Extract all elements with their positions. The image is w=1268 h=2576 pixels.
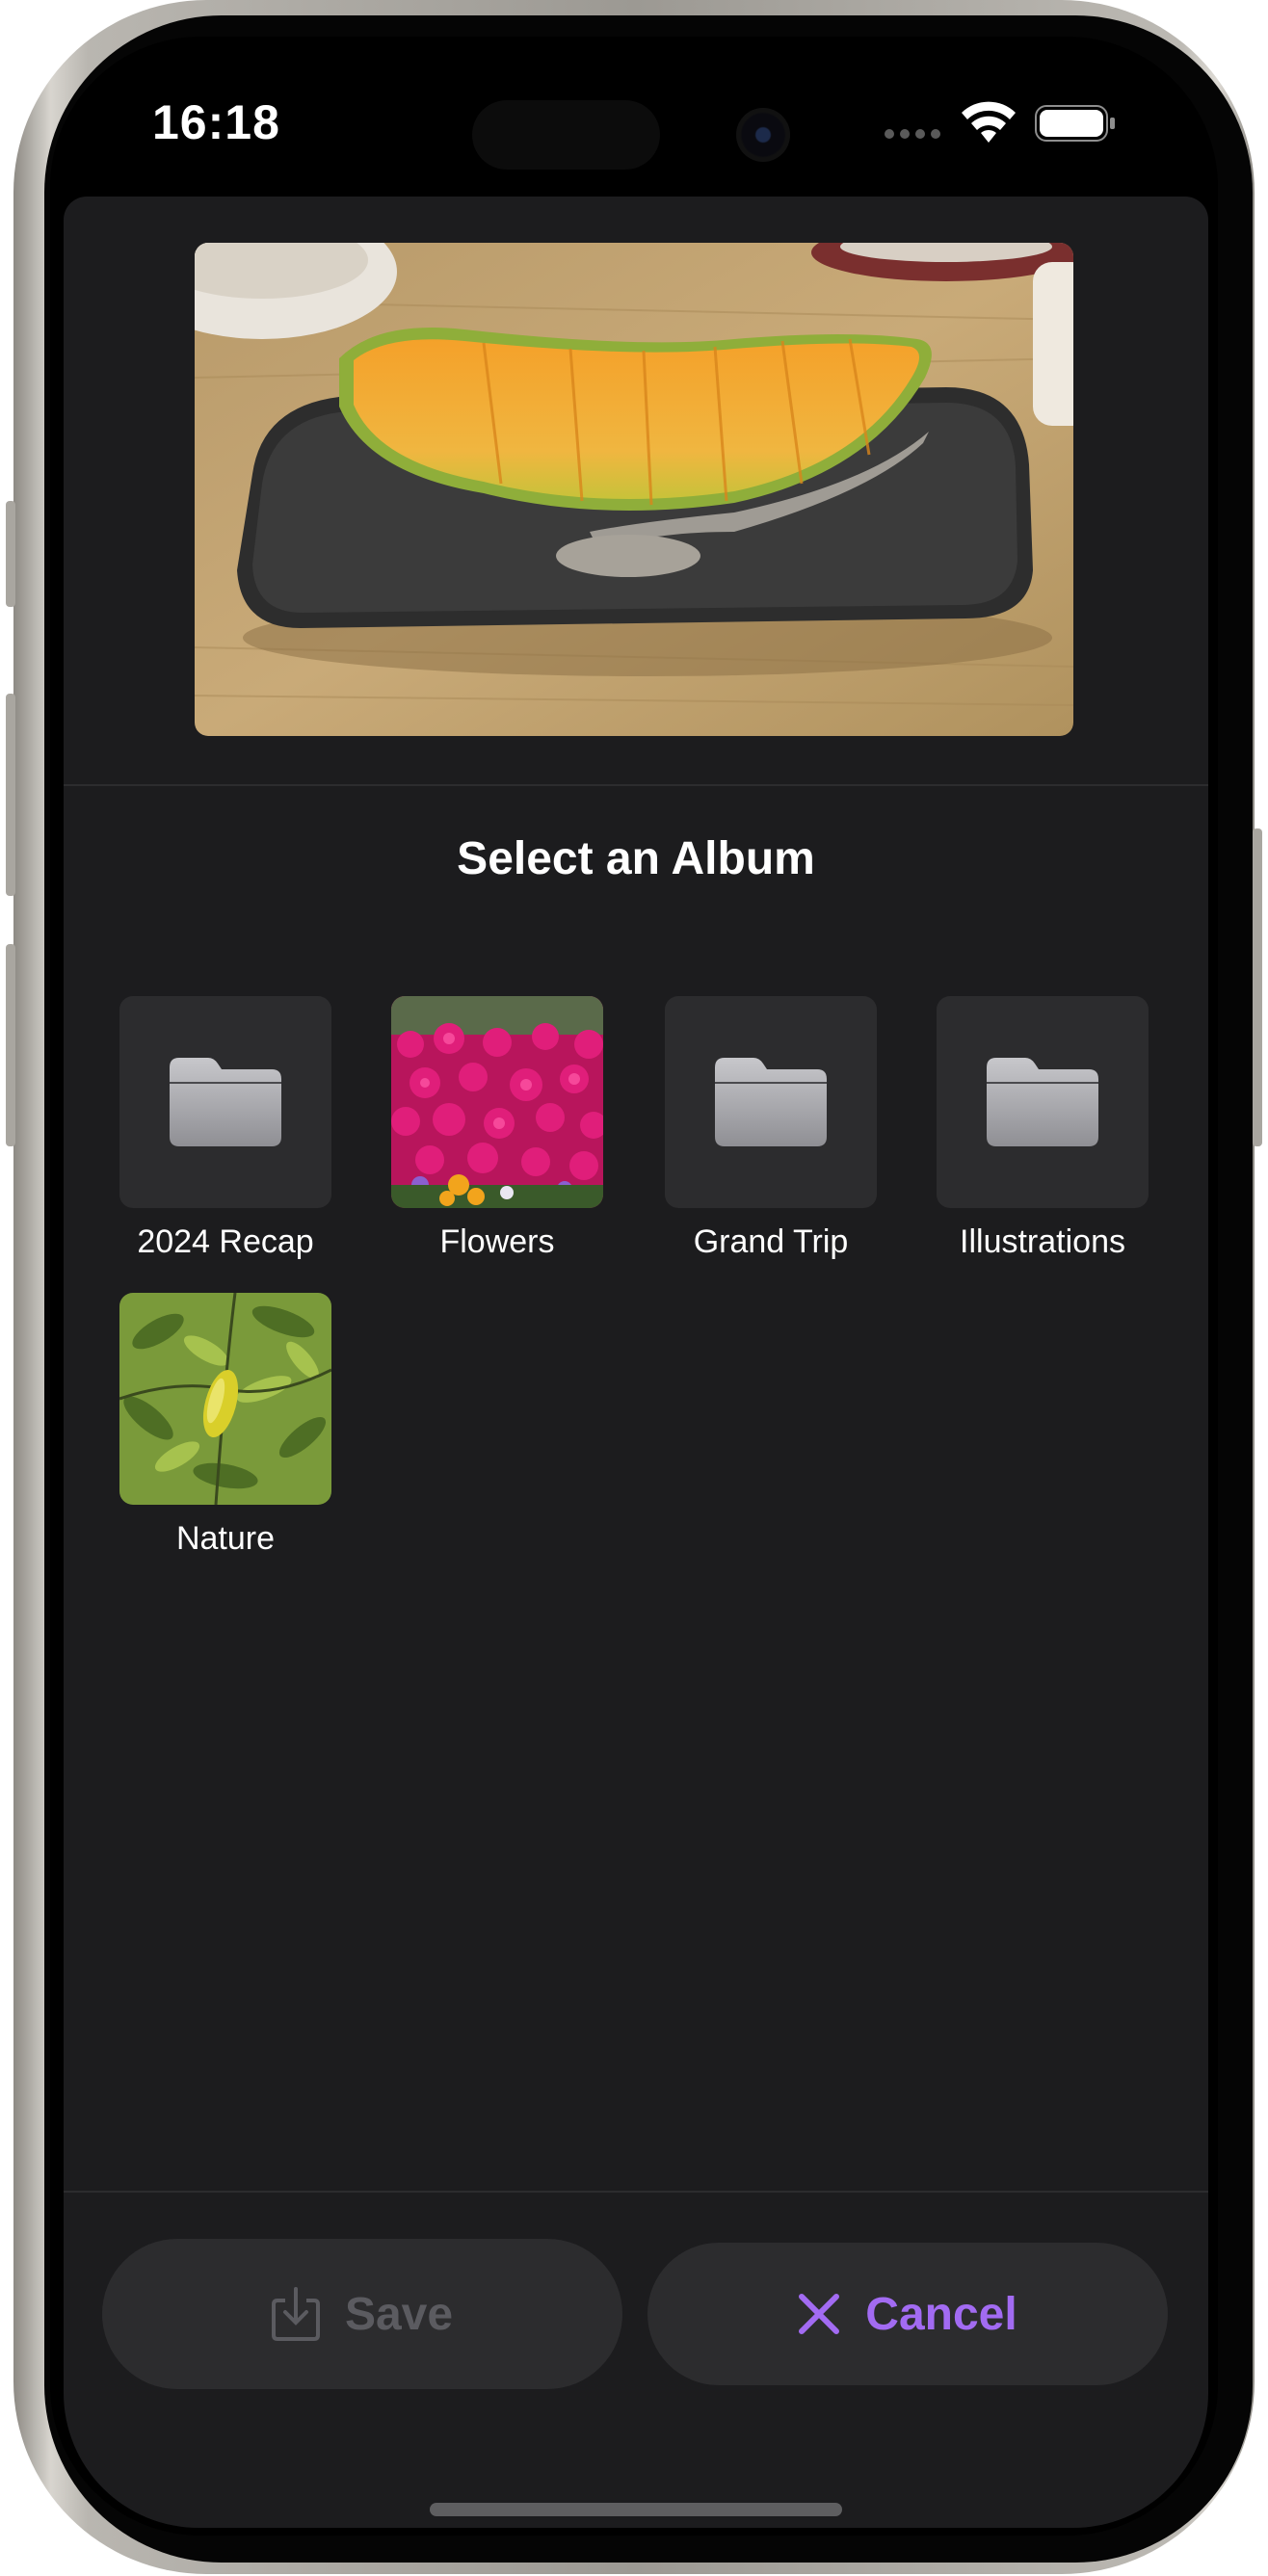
volume-up-button [6,694,15,896]
front-camera [736,108,790,162]
photo-preview [195,243,1073,736]
home-indicator [430,2503,842,2516]
album-item-nature[interactable]: Nature [119,1293,331,1557]
close-icon [799,2294,840,2334]
save-button[interactable]: Save [102,2239,622,2389]
album-label: Illustrations [960,1223,1125,1260]
album-label: Nature [175,1520,276,1557]
dynamic-island [472,100,660,170]
flowers-photo [391,996,603,1208]
power-button [1253,828,1262,1146]
save-label: Save [344,2288,454,2340]
photo-preview-melon [195,243,1073,736]
album-thumbnail [119,1293,331,1505]
picker-title: Select an Album [457,833,815,884]
folder-icon [170,1058,281,1146]
album-item-grand-trip[interactable]: Grand Trip [665,996,877,1260]
album-thumbnail [665,996,877,1208]
album-item-flowers[interactable]: Flowers [391,996,603,1260]
cancel-label: Cancel [865,2288,1017,2340]
status-time: 16:18 [152,95,280,149]
volume-down-button [6,944,15,1146]
folder-icon [987,1058,1098,1146]
album-thumbnail [391,996,603,1208]
cancel-button[interactable]: Cancel [647,2243,1168,2385]
action-button [6,501,15,607]
folder-icon [715,1058,827,1146]
signal-icon [885,129,940,139]
album-thumbnail [937,996,1149,1208]
leaves-photo [119,1293,331,1505]
download-tray-icon [271,2287,320,2341]
album-thumbnail [119,996,331,1208]
battery-icon [1035,105,1115,142]
footer-divider [64,2191,1208,2193]
album-picker-sheet: Select an Album 2024 Recap Flowers Grand… [64,197,1208,2528]
preview-divider [64,784,1208,786]
album-item-2024-recap[interactable]: 2024 Recap [119,996,331,1260]
wifi-icon [962,101,1016,143]
album-item-illustrations[interactable]: Illustrations [937,996,1149,1260]
